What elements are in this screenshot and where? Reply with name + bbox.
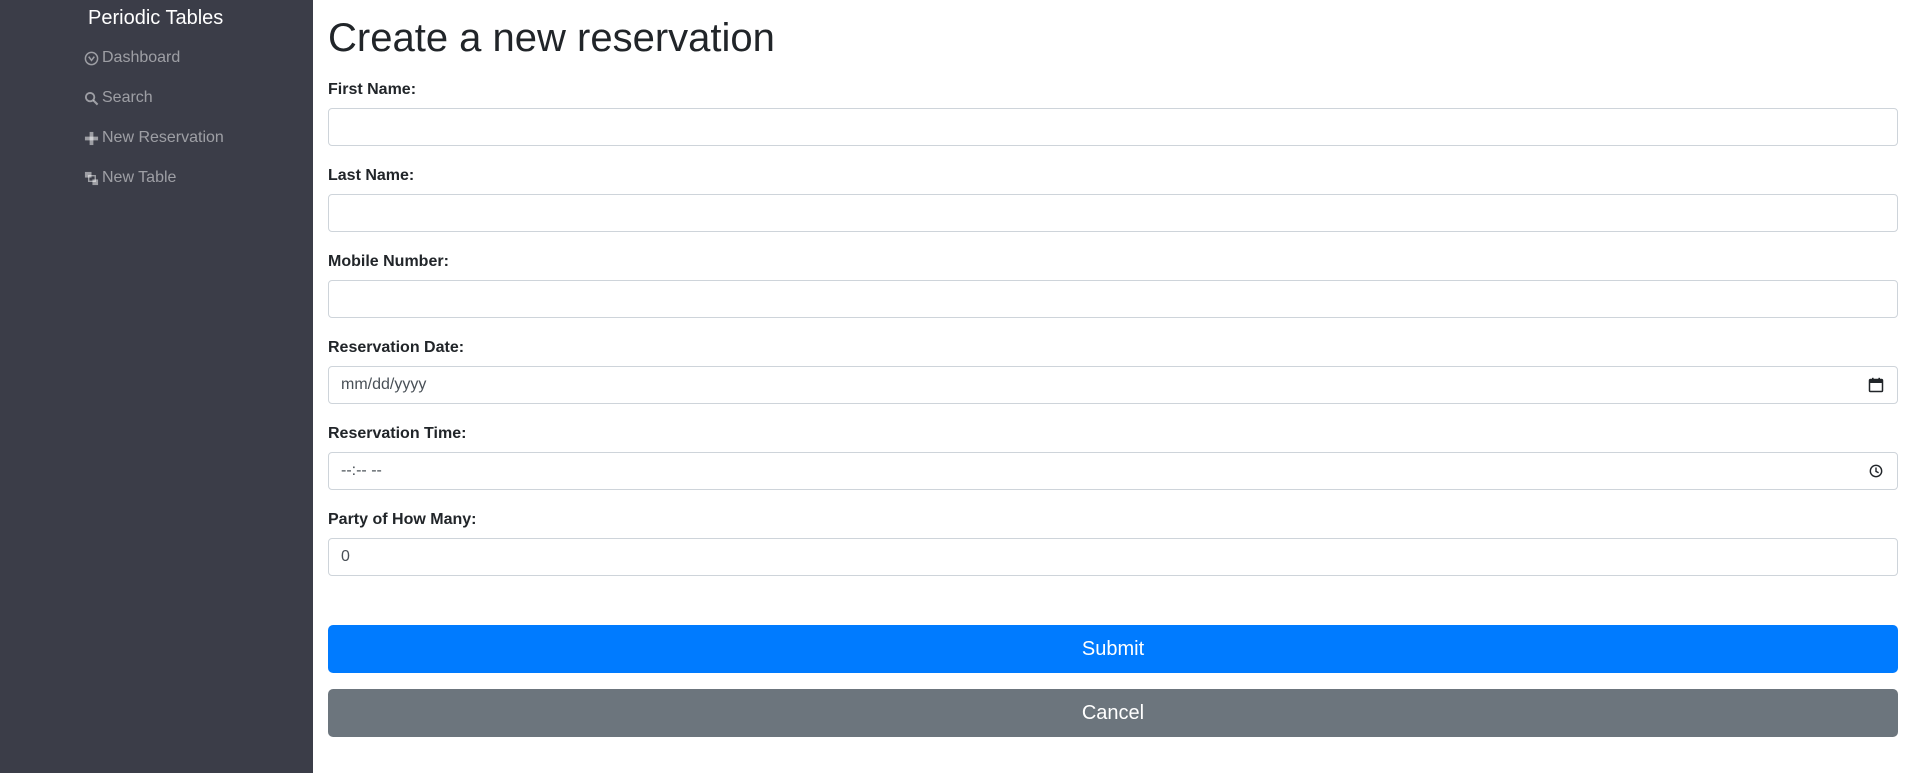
reservation-time-input[interactable]: --:-- -- <box>328 452 1898 490</box>
sidebar-item-new-table[interactable]: New Table <box>83 165 176 191</box>
first-name-label: First Name: <box>328 81 417 98</box>
sidebar-item-label: Dashboard <box>102 49 181 66</box>
sidebar: Periodic Tables Dashboard Search New Res… <box>0 0 313 773</box>
sidebar-item-new-reservation[interactable]: New Reservation <box>83 125 224 151</box>
calendar-icon[interactable] <box>1867 376 1885 394</box>
page-title: Create a new reservation <box>328 16 775 60</box>
reservation-time-placeholder: --:-- -- <box>341 462 382 479</box>
brand-title[interactable]: Periodic Tables <box>88 6 223 30</box>
party-size-input[interactable]: 0 <box>328 538 1898 576</box>
search-icon <box>83 90 99 106</box>
reservation-date-input[interactable]: mm/dd/yyyy <box>328 366 1898 404</box>
submit-button[interactable]: Submit <box>328 625 1898 673</box>
sidebar-item-search[interactable]: Search <box>83 85 153 111</box>
mobile-number-input[interactable] <box>328 280 1898 318</box>
sidebar-item-label: Search <box>102 89 153 106</box>
first-name-input[interactable] <box>328 108 1898 146</box>
party-size-label: Party of How Many: <box>328 511 477 528</box>
tables-icon <box>83 170 99 186</box>
reservation-time-label: Reservation Time: <box>328 425 467 442</box>
sidebar-item-label: New Table <box>102 169 177 186</box>
plus-icon <box>83 130 99 146</box>
clock-icon[interactable] <box>1867 462 1885 480</box>
mobile-number-label: Mobile Number: <box>328 253 449 270</box>
last-name-label: Last Name: <box>328 167 415 184</box>
sidebar-item-dashboard[interactable]: Dashboard <box>83 45 180 71</box>
sidebar-item-label: New Reservation <box>102 129 224 146</box>
reservation-form: Create a new reservation First Name: Las… <box>328 0 1898 773</box>
cancel-button[interactable]: Cancel <box>328 689 1898 737</box>
reservation-date-label: Reservation Date: <box>328 339 465 356</box>
party-size-value: 0 <box>341 548 350 565</box>
last-name-input[interactable] <box>328 194 1898 232</box>
dashboard-icon <box>83 50 99 66</box>
reservation-date-placeholder: mm/dd/yyyy <box>341 376 427 393</box>
